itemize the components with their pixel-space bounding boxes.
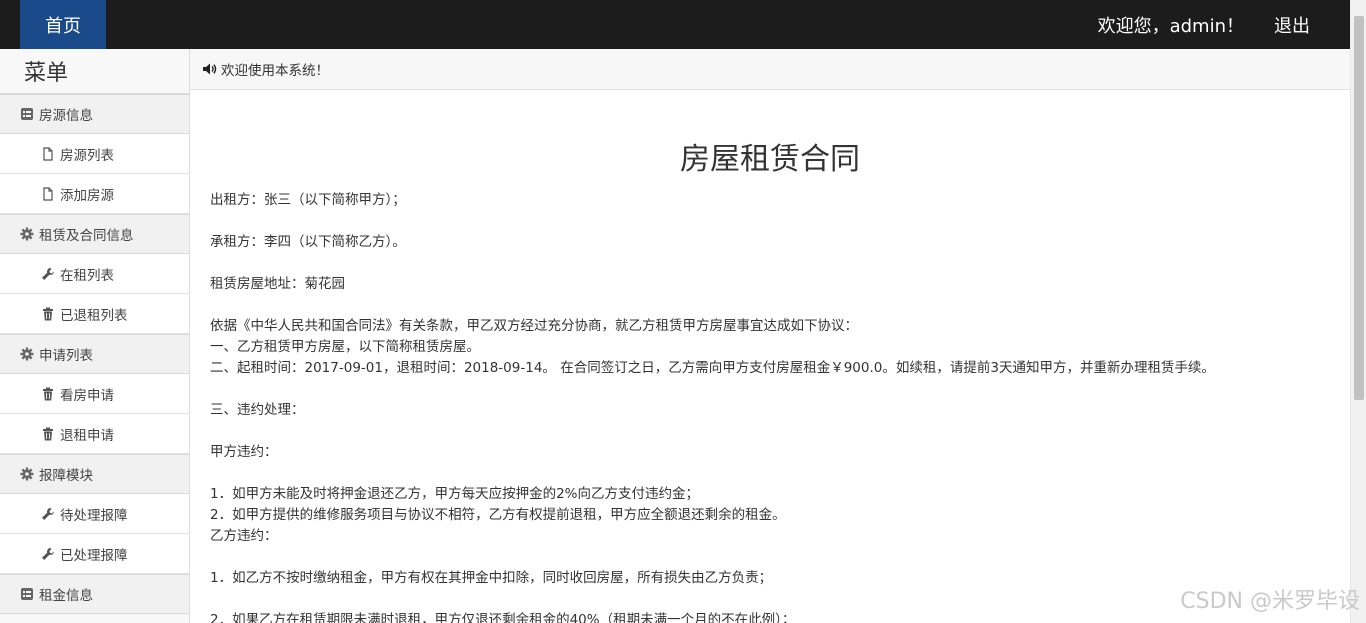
top-navbar: 首页 欢迎您，admin！ 退出 [0, 0, 1350, 49]
contract-line: 乙方违约： [210, 528, 278, 544]
contract-title: 房屋租赁合同 [680, 142, 860, 177]
contract-content: 房屋租赁合同 出租方：张三（以下简称甲方）； 承租方：李四（以下简称乙方）。 租… [190, 90, 1350, 623]
sidebar-item-add-listing[interactable]: 添加房源 [0, 174, 189, 214]
sidebar-item-label: 看房申请 [60, 387, 114, 404]
list-icon [20, 107, 34, 121]
gear-icon [20, 347, 34, 361]
contract-line: 二、起租时间：2017-09-01，退租时间：2018-09-14。 在合同签订… [210, 360, 1215, 376]
sidebar-group-label: 报障模块 [39, 468, 93, 484]
nav-home-tab[interactable]: 首页 [20, 0, 106, 49]
sidebar-item-termination-requests[interactable]: 退租申请 [0, 414, 189, 454]
sidebar-group-repairs[interactable]: 报障模块 [0, 454, 189, 494]
logout-link[interactable]: 退出 [1274, 0, 1310, 49]
sidebar-group-label: 租赁及合同信息 [39, 228, 134, 244]
sidebar-item-ended-leases[interactable]: 已退租列表 [0, 294, 189, 334]
sidebar-item-label: 退租申请 [60, 427, 114, 444]
sidebar-item-pending-repairs[interactable]: 待处理报障 [0, 494, 189, 534]
menu-title: 菜单 [0, 49, 189, 94]
sidebar-item-handled-repairs[interactable]: 已处理报障 [0, 534, 189, 574]
contract-line: 租赁房屋地址：菊花园 [210, 276, 345, 292]
watermark-text: CSDN @米罗毕设 [1180, 589, 1360, 614]
contract-line: 甲方违约： [210, 444, 278, 460]
page-scrollbar[interactable] [1350, 0, 1366, 623]
sidebar-item-label: 房源列表 [60, 147, 114, 164]
gear-icon [20, 227, 34, 241]
sidebar-item-label: 在租列表 [60, 267, 114, 284]
trash-icon [41, 387, 55, 401]
contract-line: 1．如乙方不按时缴纳租金，甲方有权在其押金中扣除，同时收回房屋，所有损失由乙方负… [210, 570, 773, 586]
contract-line: 2．如果乙方在租赁期限未满时退租，甲方仅退还剩余租金的40%（租期未满一个月的不… [210, 612, 796, 623]
scrollbar-thumb[interactable] [1354, 16, 1364, 400]
sidebar-menu: 菜单 房源信息 房源列表 添加房源 租赁及合同信息 在租列表 已退租列表 申请列… [0, 49, 190, 623]
trash-icon [41, 427, 55, 441]
sidebar-group-applications[interactable]: 申请列表 [0, 334, 189, 374]
notice-bar: 欢迎使用本系统！ [190, 49, 1350, 90]
wrench-icon [41, 267, 55, 281]
contract-line: 出租方：张三（以下简称甲方）； [210, 192, 406, 208]
contract-line: 2．如甲方提供的维修服务项目与协议不相符，乙方有权提前退租，甲方应全额退还剩余的… [210, 507, 786, 523]
gear-icon [20, 467, 34, 481]
sidebar-item-label: 已退租列表 [60, 307, 128, 324]
sidebar-group-rent[interactable]: 租金信息 [0, 574, 189, 614]
sidebar-group-label: 房源信息 [39, 108, 93, 124]
wrench-icon [41, 507, 55, 521]
sidebar-item-viewing-requests[interactable]: 看房申请 [0, 374, 189, 414]
trash-icon [41, 307, 55, 321]
sidebar-group-label: 申请列表 [39, 348, 93, 364]
sidebar-group-listings[interactable]: 房源信息 [0, 94, 189, 134]
contract-line: 三、违约处理： [210, 402, 305, 418]
welcome-text: 欢迎您，admin！ [1097, 15, 1244, 37]
sidebar-item-active-leases[interactable]: 在租列表 [0, 254, 189, 294]
sidebar-item-listing-list[interactable]: 房源列表 [0, 134, 189, 174]
notice-text: 欢迎使用本系统！ [221, 63, 329, 79]
contract-line: 一、乙方租赁甲方房屋，以下简称租赁房屋。 [210, 339, 480, 355]
list-icon [20, 587, 34, 601]
sidebar-group-lease-contract[interactable]: 租赁及合同信息 [0, 214, 189, 254]
file-icon [41, 186, 55, 201]
contract-line: 承租方：李四（以下简称乙方）。 [210, 234, 406, 250]
sidebar-item-label: 已处理报障 [60, 547, 128, 564]
file-icon [41, 146, 55, 161]
wrench-icon [41, 547, 55, 561]
sidebar-item-label: 待处理报障 [60, 507, 128, 524]
contract-line: 依据《中华人民共和国合同法》有关条款，甲乙双方经过充分协商，就乙方租赁甲方房屋事… [210, 318, 858, 334]
contract-line: 1．如甲方未能及时将押金退还乙方，甲方每天应按押金的2%向乙方支付违约金； [210, 486, 700, 502]
sidebar-item-label: 添加房源 [60, 187, 114, 204]
sidebar-group-label: 租金信息 [39, 588, 93, 604]
volume-icon [201, 61, 217, 77]
